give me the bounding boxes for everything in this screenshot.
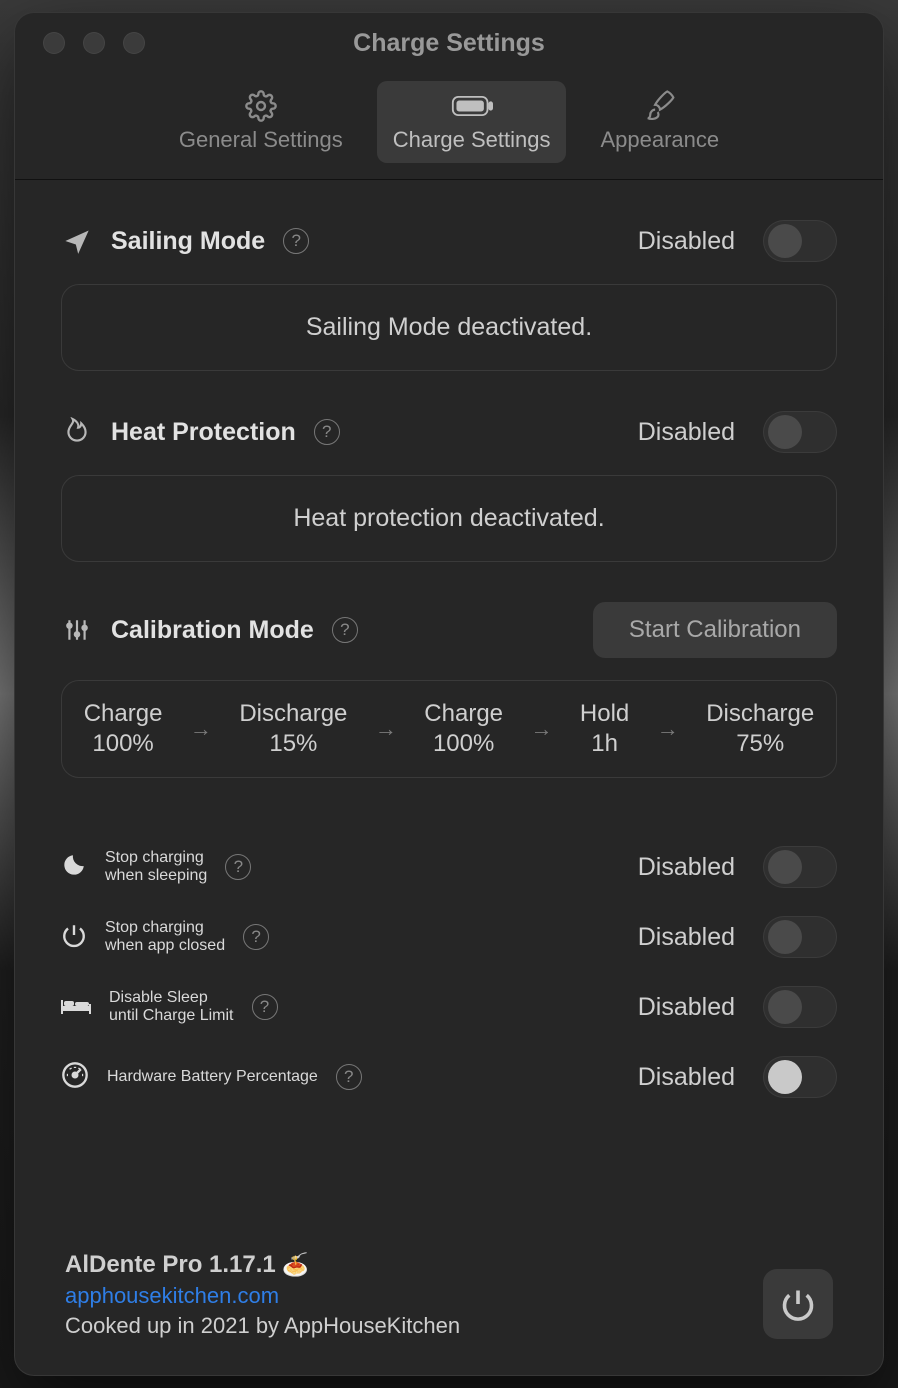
arrow-right-icon: → [190,716,212,742]
calibration-step: Discharge75% [706,699,814,759]
heat-protection-toggle[interactable] [763,411,837,453]
tab-general-settings[interactable]: General Settings [163,81,359,163]
help-icon[interactable]: ? [252,994,278,1020]
spaghetti-icon: 🍝 [282,1252,309,1277]
tab-bar: General Settings Charge Settings Appeara… [15,73,883,180]
settings-window: Charge Settings General Settings Charge … [14,12,884,1376]
help-icon[interactable]: ? [336,1064,362,1090]
window-traffic-lights [43,32,145,54]
toggle-state: Disabled [638,1063,735,1092]
titlebar: Charge Settings [15,13,883,73]
row-stop-charging-sleeping: Stop charging when sleeping ? Disabled [61,832,837,902]
arrow-right-icon: → [657,716,679,742]
stop-charging-closed-label: Stop charging when app closed [105,919,225,955]
bed-icon [61,994,91,1021]
footer-info: AlDente Pro 1.17.1 🍝 apphousekitchen.com… [65,1251,460,1339]
heat-protection-title: Heat Protection [111,418,296,447]
app-name-version: AlDente Pro 1.17.1 [65,1251,276,1278]
tab-appearance[interactable]: Appearance [584,81,735,163]
zoom-window-button[interactable] [123,32,145,54]
website-link[interactable]: apphousekitchen.com [65,1283,279,1309]
arrow-right-icon: → [530,716,552,742]
hardware-pct-toggle[interactable] [763,1056,837,1098]
sliders-icon [61,614,93,646]
calibration-step: Charge100% [84,699,163,759]
heat-protection-info-panel: Heat protection deactivated. [61,475,837,562]
section-calibration: Calibration Mode ? Start Calibration Cha… [61,602,837,778]
help-icon[interactable]: ? [283,228,309,254]
power-button[interactable] [763,1269,833,1339]
footer-credit: Cooked up in 2021 by AppHouseKitchen [65,1313,460,1339]
help-icon[interactable]: ? [225,854,251,880]
content-area: Sailing Mode ? Disabled Sailing Mode dea… [15,180,883,1223]
disable-sleep-label: Disable Sleep until Charge Limit [109,989,234,1025]
stop-charging-sleeping-label: Stop charging when sleeping [105,849,207,885]
brush-icon [639,91,681,121]
row-disable-sleep: Disable Sleep until Charge Limit ? Disab… [61,972,837,1042]
calibration-step: Hold1h [580,699,629,759]
tab-label: Appearance [600,127,719,153]
sailing-mode-state: Disabled [638,227,735,256]
toggle-state: Disabled [638,853,735,882]
section-heat-protection: Heat Protection ? Disabled Heat protecti… [61,411,837,562]
disable-sleep-toggle[interactable] [763,986,837,1028]
arrow-right-icon: → [375,716,397,742]
minimize-window-button[interactable] [83,32,105,54]
help-icon[interactable]: ? [332,617,358,643]
section-sailing-mode: Sailing Mode ? Disabled Sailing Mode dea… [61,220,837,371]
calibration-steps: Charge100% → Discharge15% → Charge100% →… [61,680,837,778]
footer: AlDente Pro 1.17.1 🍝 apphousekitchen.com… [15,1223,883,1375]
sailing-mode-toggle[interactable] [763,220,837,262]
moon-icon [61,852,87,883]
hardware-pct-label: Hardware Battery Percentage [107,1068,318,1086]
help-icon[interactable]: ? [314,419,340,445]
sailing-mode-info-panel: Sailing Mode deactivated. [61,284,837,371]
calibration-step: Charge100% [424,699,503,759]
stop-charging-sleeping-toggle[interactable] [763,846,837,888]
paper-plane-icon [61,225,93,257]
close-window-button[interactable] [43,32,65,54]
flame-icon [61,416,93,448]
tab-charge-settings[interactable]: Charge Settings [377,81,567,163]
calibration-step: Discharge15% [239,699,347,759]
calibration-title: Calibration Mode [111,616,314,645]
stop-charging-closed-toggle[interactable] [763,916,837,958]
start-calibration-button[interactable]: Start Calibration [593,602,837,658]
toggle-state: Disabled [638,923,735,952]
help-icon[interactable]: ? [243,924,269,950]
gauge-icon [61,1061,89,1094]
tab-label: Charge Settings [393,127,551,153]
sailing-mode-title: Sailing Mode [111,227,265,256]
toggle-state: Disabled [638,993,735,1022]
heat-protection-state: Disabled [638,418,735,447]
row-stop-charging-closed: Stop charging when app closed ? Disabled [61,902,837,972]
gear-icon [240,91,282,121]
power-icon [61,922,87,953]
window-title: Charge Settings [35,29,863,58]
tab-label: General Settings [179,127,343,153]
battery-icon [451,91,493,121]
row-hardware-battery-pct: Hardware Battery Percentage ? Disabled [61,1042,837,1112]
